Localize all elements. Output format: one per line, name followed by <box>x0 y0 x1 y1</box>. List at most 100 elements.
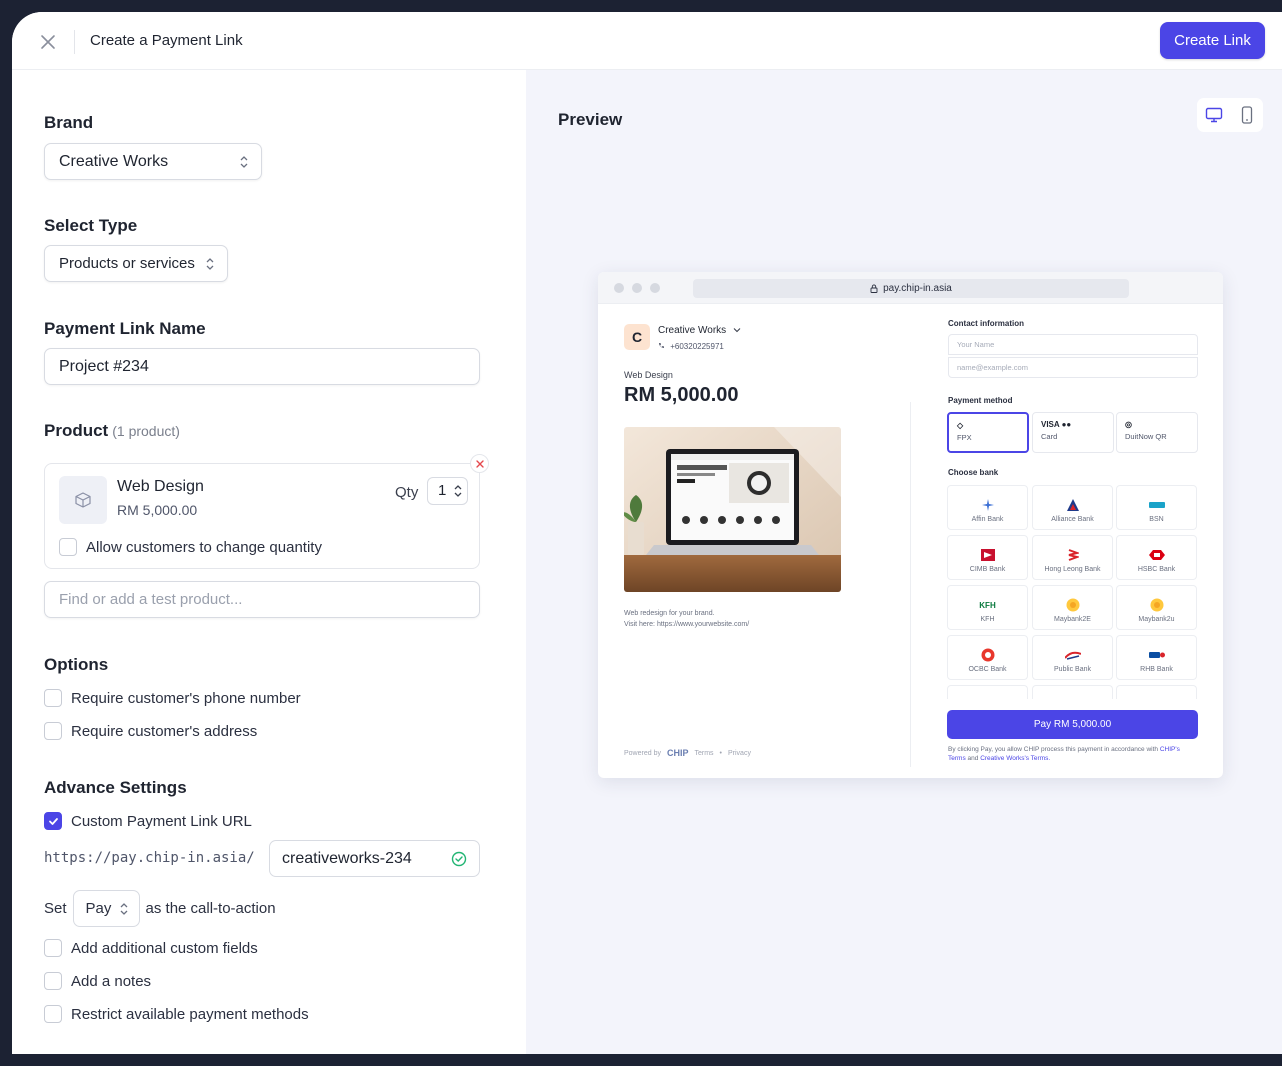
check-circle-icon <box>451 851 467 867</box>
bank-hsbc[interactable]: HSBC Bank <box>1116 535 1197 580</box>
allow-qty-label: Allow customers to change quantity <box>86 538 322 556</box>
hsbc-icon <box>1148 548 1165 562</box>
payment-method-card[interactable]: VISA ●● Card <box>1032 412 1114 453</box>
chevron-updown-icon <box>240 156 248 168</box>
product-search-input[interactable]: Find or add a test product... <box>44 581 480 618</box>
cta-select[interactable]: Pay <box>72 890 140 927</box>
bank-maybank2e[interactable]: Maybank2E <box>1032 585 1113 630</box>
payment-method-label: FPX <box>957 433 972 442</box>
create-link-button[interactable]: Create Link <box>1160 22 1265 59</box>
preview-brand-text: Creative Works <box>658 325 727 336</box>
bank-rhb[interactable]: RHB Bank <box>1116 635 1197 680</box>
preview-phone: +60320225971 <box>658 342 724 351</box>
footer-separator: • <box>719 749 722 757</box>
options-label: Options <box>44 655 109 674</box>
remove-product-button[interactable] <box>470 454 489 473</box>
preview-desc-line1: Web redesign for your brand. <box>624 610 715 617</box>
type-select[interactable]: Products or services <box>44 245 228 282</box>
top-bar: Create a Payment Link Create Link <box>12 12 1282 70</box>
brand-terms-link[interactable]: Creative Works's Terms. <box>980 755 1050 762</box>
terms-chip: CHIP <box>1023 746 1040 753</box>
pay-button[interactable]: Pay RM 5,000.00 <box>947 710 1198 739</box>
topbar-divider <box>74 30 75 54</box>
bank-more[interactable] <box>947 685 1028 699</box>
alliance-icon <box>1065 498 1081 512</box>
bank-public[interactable]: Public Bank <box>1032 635 1113 680</box>
qty-label: Qty <box>395 484 419 501</box>
bank-label: Public Bank <box>1054 666 1091 673</box>
device-toggle <box>1197 98 1263 132</box>
desktop-view-button[interactable] <box>1197 98 1230 132</box>
custom-url-checkbox[interactable]: Custom Payment Link URL <box>44 812 252 830</box>
custom-fields-checkbox[interactable]: Add additional custom fields <box>44 939 258 957</box>
checkbox-box <box>44 1005 62 1023</box>
preview-description: Web redesign for your brand. Visit here:… <box>624 608 749 630</box>
bank-maybank2u[interactable]: Maybank2u <box>1116 585 1197 630</box>
bank-label: KFH <box>980 616 995 623</box>
bsn-icon <box>1148 498 1165 512</box>
brand-select[interactable]: Creative Works <box>44 143 262 180</box>
product-thumbnail <box>59 476 107 524</box>
chevron-updown-icon <box>454 485 462 497</box>
affin-icon <box>980 498 996 512</box>
bank-label: Hong Leong Bank <box>1044 566 1101 573</box>
terms-text: By clicking Pay, you allow <box>948 746 1022 753</box>
require-address-checkbox[interactable]: Require customer's address <box>44 722 257 740</box>
bank-hong-leong[interactable]: Hong Leong Bank <box>1032 535 1113 580</box>
chevron-updown-icon <box>120 903 127 915</box>
require-address-label: Require customer's address <box>71 722 258 740</box>
brand-label: Brand <box>44 113 94 132</box>
mobile-view-button[interactable] <box>1230 98 1263 132</box>
bank-kfh[interactable]: KFH KFH <box>947 585 1028 630</box>
preview-brand-name[interactable]: Creative Works <box>658 325 741 336</box>
type-label: Select Type <box>44 216 138 235</box>
bank-cimb[interactable]: CIMB Bank <box>947 535 1028 580</box>
bank-bsn[interactable]: BSN <box>1116 485 1197 530</box>
ocbc-icon <box>980 648 996 662</box>
cta-select-value: Pay <box>85 900 112 917</box>
bank-more[interactable] <box>1032 685 1113 699</box>
chip-logo: CHIP <box>666 748 689 758</box>
restrict-methods-checkbox[interactable]: Restrict available payment methods <box>44 1005 309 1023</box>
payment-method-duitnow[interactable]: ◎ DuitNow QR <box>1116 412 1198 453</box>
browser-url: pay.chip-in.asia <box>883 283 952 294</box>
bank-ocbc[interactable]: OCBC Bank <box>947 635 1028 680</box>
bank-label: OCBC Bank <box>968 666 1007 673</box>
notes-checkbox[interactable]: Add a notes <box>44 972 151 990</box>
privacy-link[interactable]: Privacy <box>728 750 751 757</box>
bank-affin[interactable]: Affin Bank <box>947 485 1028 530</box>
url-slug-input[interactable]: creativeworks-234 <box>269 840 480 877</box>
bank-more[interactable] <box>1116 685 1197 699</box>
chevron-updown-icon <box>206 258 214 270</box>
require-phone-checkbox[interactable]: Require customer's phone number <box>44 689 301 707</box>
browser-url-bar: pay.chip-in.asia <box>693 279 1129 298</box>
bank-alliance[interactable]: Alliance Bank <box>1032 485 1113 530</box>
app-window: Create a Payment Link Create Link Brand … <box>12 12 1282 1054</box>
name-field[interactable]: Your Name <box>948 334 1198 355</box>
checkbox-box <box>44 689 62 707</box>
browser-bar: pay.chip-in.asia <box>598 272 1223 304</box>
quantity-stepper[interactable]: 1 <box>427 477 468 505</box>
product-card: Web Design RM 5,000.00 Qty 1 Allow custo… <box>44 463 480 569</box>
preview-desc-line2: Visit here: https://www.yourwebsite.com/ <box>624 621 750 628</box>
contact-heading: Contact information <box>948 319 1024 328</box>
terms-link[interactable]: Terms <box>694 750 713 757</box>
payment-method-fpx[interactable]: ◇ FPX <box>947 412 1029 453</box>
chevron-down-icon <box>733 328 741 333</box>
close-button[interactable] <box>34 28 62 56</box>
email-field[interactable]: name@example.com <box>948 357 1198 378</box>
maybank-icon <box>1149 598 1165 612</box>
public-bank-icon <box>1064 648 1081 662</box>
fpx-icon: ◇ <box>957 421 964 430</box>
checkbox-box <box>44 972 62 990</box>
preview-product-name: Web Design <box>624 370 673 380</box>
phone-call-icon <box>659 343 664 348</box>
close-icon <box>41 35 55 49</box>
hong-leong-icon <box>1065 548 1081 562</box>
link-name-input[interactable]: Project #234 <box>44 348 480 385</box>
checkbox-box <box>44 722 62 740</box>
url-slug-value: creativeworks-234 <box>282 849 412 867</box>
bank-label: Maybank2u <box>1138 616 1175 623</box>
notes-label: Add a notes <box>71 972 152 990</box>
allow-qty-checkbox[interactable]: Allow customers to change quantity <box>59 538 322 556</box>
